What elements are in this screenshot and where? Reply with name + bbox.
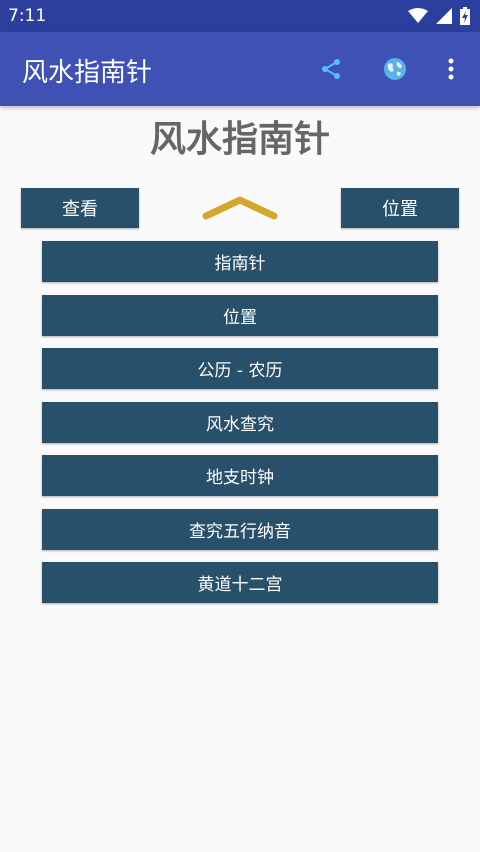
- position-button[interactable]: 位置: [341, 188, 459, 228]
- menu-item-five-elements[interactable]: 查究五行纳音: [42, 508, 438, 550]
- status-icons: [408, 7, 470, 25]
- menu-item-branch-clock[interactable]: 地支时钟: [42, 455, 438, 496]
- wifi-icon: [408, 8, 428, 23]
- view-button[interactable]: 查看: [21, 188, 139, 228]
- globe-icon: [384, 58, 406, 80]
- status-time: 7:11: [8, 6, 47, 26]
- menu-item-fengshui[interactable]: 风水查究: [42, 401, 438, 443]
- app-bar: 风水指南针: [0, 32, 480, 106]
- page-title: 风水指南针: [149, 119, 330, 160]
- signal-icon: [436, 8, 452, 24]
- menu-item-compass[interactable]: 指南针: [42, 241, 438, 282]
- more-vert-icon: [448, 58, 454, 80]
- menu-item-calendar[interactable]: 公历 - 农历: [42, 348, 438, 389]
- globe-button[interactable]: [380, 54, 410, 84]
- more-options-button[interactable]: [436, 54, 466, 84]
- menu-item-zodiac[interactable]: 黄道十二宫: [42, 562, 438, 603]
- chevron-up-icon[interactable]: [200, 190, 280, 226]
- battery-charging-icon: [460, 7, 470, 25]
- main-menu: 指南针 位置 公历 - 农历 风水查究 地支时钟 查究五行纳音 黄道十二宫: [42, 241, 438, 616]
- menu-item-location[interactable]: 位置: [42, 294, 438, 336]
- share-button[interactable]: [316, 54, 346, 84]
- status-bar: 7:11: [0, 0, 480, 32]
- share-icon: [322, 59, 340, 79]
- app-title: 风水指南针: [22, 58, 153, 88]
